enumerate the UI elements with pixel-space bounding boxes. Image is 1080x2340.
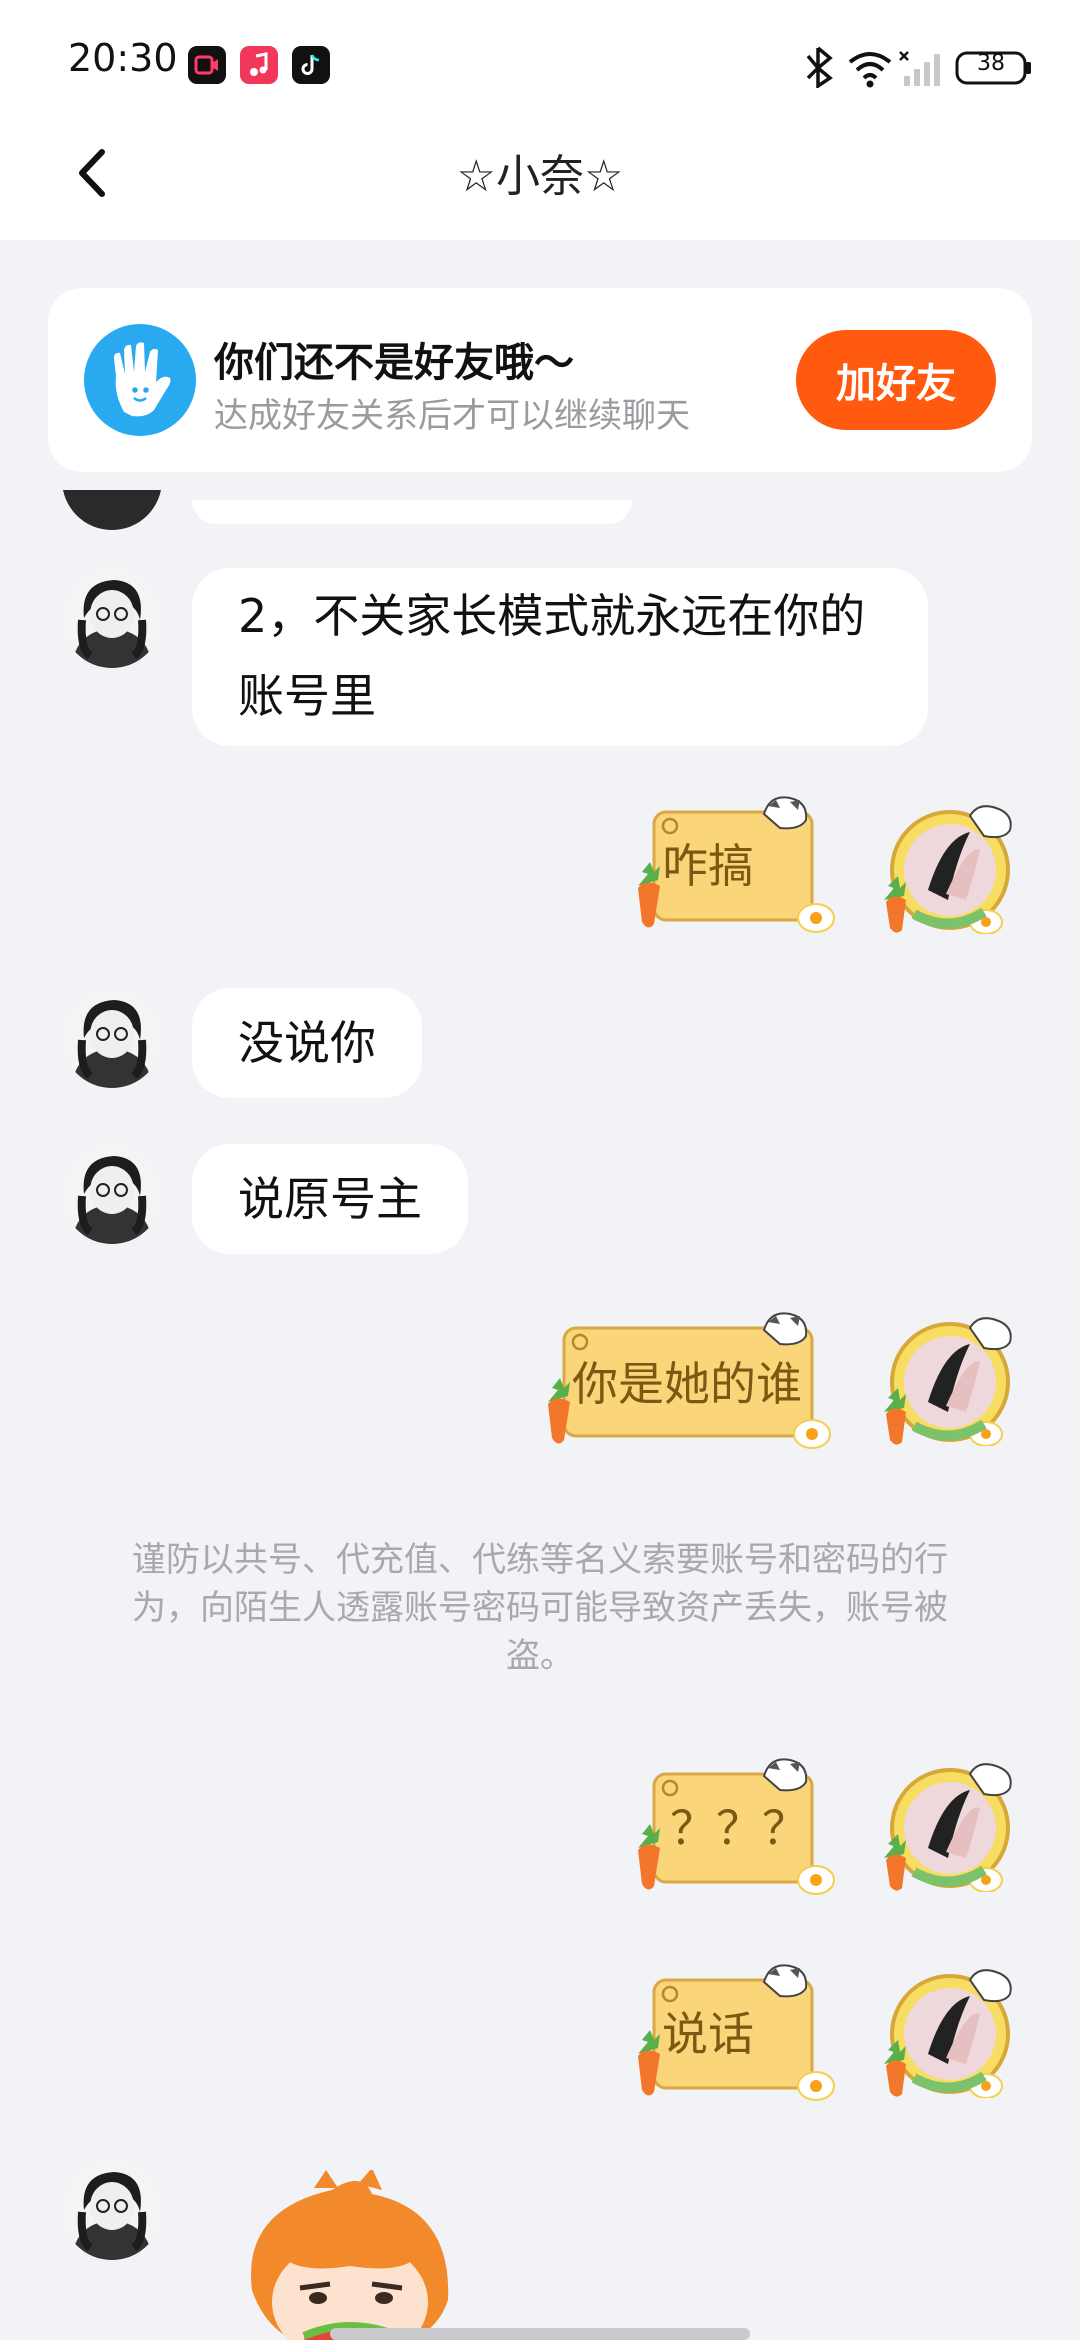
message-text: 说原号主 [238,1172,422,1226]
banner-title: 你们还不是好友哦～ [214,340,574,386]
bluetooth-icon [806,46,833,90]
message-bubble[interactable]: 说原号主 [192,1144,468,1254]
tiktok-app-icon [292,46,330,84]
my-avatar[interactable] [884,1968,1024,2099]
clipped-previous-bubble [192,500,632,524]
banner-subtitle: 达成好友关系后才可以继续聊天 [214,396,690,436]
contact-avatar[interactable] [62,2160,162,2260]
sticker-message[interactable]: 你是她的谁 [540,1306,840,1449]
home-indicator[interactable] [330,2328,750,2340]
status-icons: 38 [800,44,1040,90]
clipped-previous-avatar [62,490,162,530]
add-friend-banner: 你们还不是好友哦～ 达成好友关系后才可以继续聊天 加好友 [48,288,1032,472]
message-text: 没说你 [238,1016,376,1070]
my-avatar[interactable] [884,1762,1024,1893]
add-friend-button[interactable]: 加好友 [796,330,996,430]
sticker-message[interactable]: 咋搞 [630,790,840,933]
battery-level: 38 [977,51,1005,76]
sticker-text: 你是她的谁 [572,1357,802,1411]
hand-wave-icon [84,324,196,436]
music-app-icon [240,46,278,84]
status-time: 20:30 [68,36,178,80]
sticker-message[interactable]: ？？？ [630,1752,840,1895]
contact-avatar[interactable] [62,1144,162,1244]
my-avatar[interactable] [884,1316,1024,1447]
message-bubble[interactable]: 2，不关家长模式就永远在你的 账号里 [192,568,928,746]
sticker-text: 说话 [662,2007,754,2061]
cartoon-girl-sticker[interactable] [222,2170,482,2340]
sticker-text: 咋搞 [662,839,754,893]
chat-header: ☆小奈☆ [0,110,1080,240]
sticker-message[interactable]: 说话 [630,1958,840,2101]
signal-icon [899,51,940,86]
screen-recorder-app-icon [188,46,226,84]
contact-avatar[interactable] [62,988,162,1088]
my-avatar[interactable] [884,804,1024,935]
wifi-icon [848,52,892,88]
message-bubble[interactable]: 没说你 [192,988,422,1098]
security-notice: 谨防以共号、代充值、代练等名义索要账号和密码的行为，向陌生人透露账号密码可能导致… [132,1540,948,1676]
chat-title: ☆小奈☆ [456,151,624,202]
sticker-text: ？？？ [670,1801,808,1855]
message-text: 2，不关家长模式就永远在你的 账号里 [238,589,866,723]
contact-avatar[interactable] [62,568,162,668]
